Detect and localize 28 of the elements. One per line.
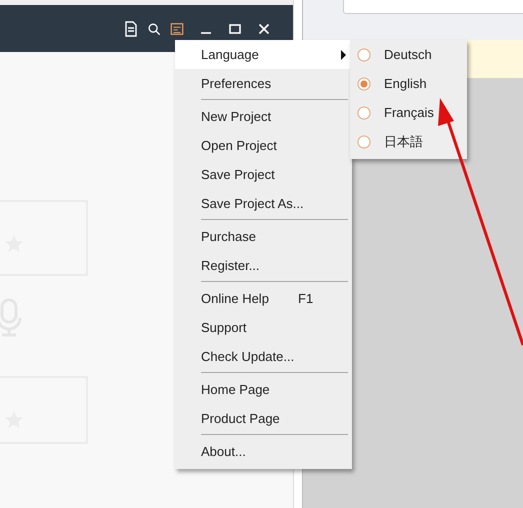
menu-item[interactable]: Purchase: [175, 222, 352, 251]
menu-icon[interactable]: [170, 20, 184, 36]
radio-button[interactable]: [357, 134, 371, 148]
menu-item[interactable]: Register...: [175, 251, 352, 280]
close-icon[interactable]: [257, 22, 271, 36]
menu-item[interactable]: Online Help F1: [175, 284, 352, 313]
language-option[interactable]: English: [350, 69, 467, 98]
menu-item[interactable]: Check Update...: [175, 342, 352, 371]
language-option[interactable]: 日本語: [350, 127, 467, 156]
radio-button[interactable]: [357, 76, 371, 90]
language-option[interactable]: Français: [350, 98, 467, 127]
document-icon[interactable]: [124, 20, 138, 36]
menu-item[interactable]: Open Project: [175, 131, 352, 160]
menu-item[interactable]: Save Project As...: [175, 189, 352, 218]
menu-item[interactable]: Save Project: [175, 160, 352, 189]
maximize-icon[interactable]: [228, 22, 242, 36]
menu-item[interactable]: Home Page: [175, 375, 352, 404]
language-option[interactable]: Deutsch: [350, 40, 467, 69]
search-icon[interactable]: [147, 20, 161, 36]
caret-icon: [341, 50, 346, 60]
menu-item[interactable]: New Project: [175, 102, 352, 131]
radio-button[interactable]: [357, 48, 371, 62]
menu-item[interactable]: Preferences: [175, 69, 352, 98]
menu-item[interactable]: Support: [175, 313, 352, 342]
radio-button[interactable]: [357, 106, 371, 120]
menu-item[interactable]: Product Page: [175, 404, 352, 433]
menu-item[interactable]: About...: [175, 437, 352, 466]
menu-item[interactable]: Language: [175, 40, 352, 69]
